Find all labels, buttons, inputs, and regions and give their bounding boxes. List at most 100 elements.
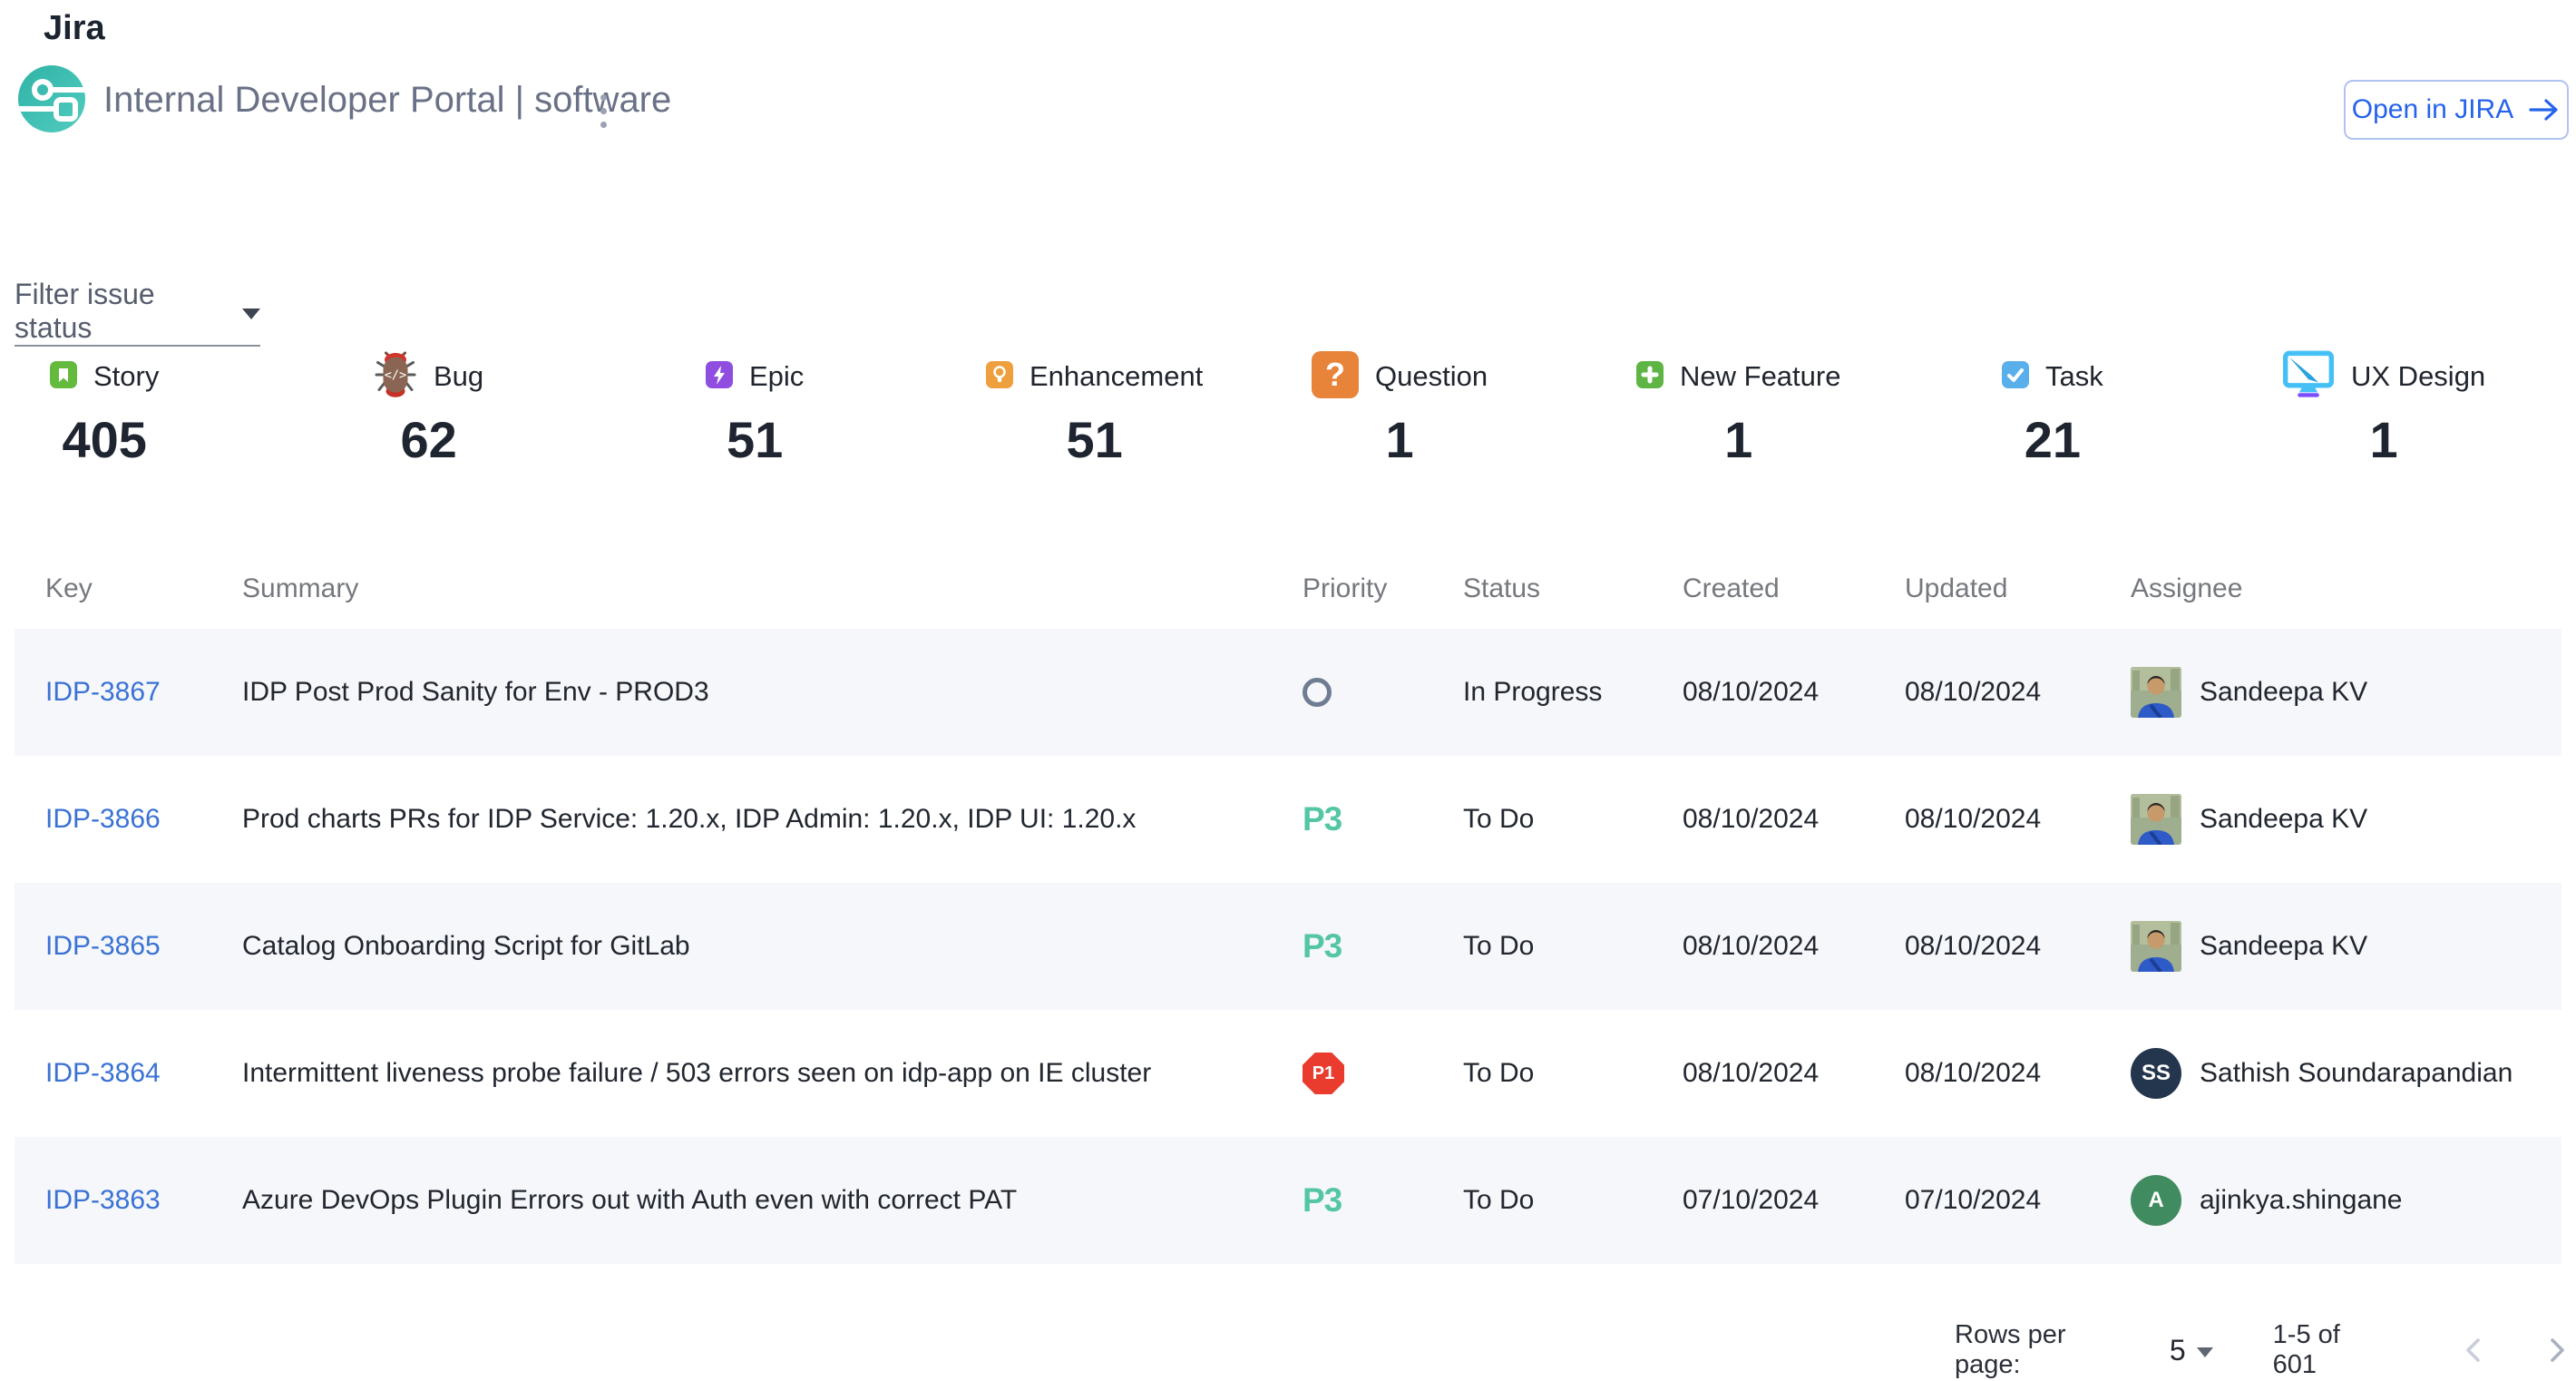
column-header-summary: Summary <box>242 548 358 629</box>
issue-key-link[interactable]: IDP-3865 <box>45 931 161 962</box>
stat-new-feature: New Feature 1 <box>1636 350 1840 469</box>
assignee-name: Sandeepa KV <box>2200 931 2367 962</box>
avatar <box>2131 921 2181 972</box>
issue-updated-date: 07/10/2024 <box>1905 1137 2041 1264</box>
filter-issue-status-select[interactable]: Filter issue status <box>15 269 260 347</box>
chevron-left-icon <box>2456 1332 2493 1368</box>
new-feature-icon <box>1636 361 1664 393</box>
stat-count: 1 <box>1636 410 1840 469</box>
pagination-range: 1-5 of 601 <box>2273 1320 2391 1380</box>
stat-count: 405 <box>50 410 159 469</box>
issue-status: To Do <box>1463 1137 1534 1264</box>
table-row: IDP-3866 Prod charts PRs for IDP Service… <box>15 756 2561 883</box>
column-header-assignee: Assignee <box>2131 548 2242 629</box>
priority-none-icon <box>1303 678 1332 707</box>
stat-count: 51 <box>706 410 804 469</box>
stat-label: Task <box>2045 360 2103 393</box>
assignee-name: ajinkya.shingane <box>2200 1185 2403 1216</box>
priority-p1-icon: P1 <box>1303 1053 1344 1094</box>
issue-summary: IDP Post Prod Sanity for Env - PROD3 <box>242 629 709 756</box>
issue-summary: Azure DevOps Plugin Errors out with Auth… <box>242 1137 1017 1264</box>
issue-summary: Prod charts PRs for IDP Service: 1.20.x,… <box>242 756 1136 883</box>
column-header-priority: Priority <box>1303 548 1387 629</box>
stat-epic: Epic 51 <box>706 350 804 469</box>
table-row: IDP-3864 Intermittent liveness probe fai… <box>15 1010 2561 1137</box>
issue-created-date: 08/10/2024 <box>1683 883 1819 1010</box>
issue-created-date: 07/10/2024 <box>1683 1137 1819 1264</box>
rows-per-page-value: 5 <box>2170 1334 2186 1367</box>
issue-key-link[interactable]: IDP-3864 <box>45 1058 161 1089</box>
issue-status: To Do <box>1463 756 1534 883</box>
issue-key-link[interactable]: IDP-3863 <box>45 1185 161 1216</box>
story-icon <box>50 361 77 393</box>
column-header-key: Key <box>45 548 93 629</box>
stat-label: Epic <box>749 360 804 393</box>
assignee-name: Sathish Soundarapandian <box>2200 1058 2513 1089</box>
issue-created-date: 08/10/2024 <box>1683 629 1819 756</box>
issue-status: In Progress <box>1463 629 1602 756</box>
stat-ux-design: UX Design 1 <box>2282 350 2485 469</box>
avatar <box>2131 667 2181 718</box>
epic-icon <box>706 361 733 393</box>
rows-per-page-label: Rows per page: <box>1955 1320 2139 1380</box>
issue-updated-date: 08/10/2024 <box>1905 1010 2041 1137</box>
rows-per-page-select[interactable]: 5 <box>2170 1334 2213 1367</box>
issue-status: To Do <box>1463 883 1534 1010</box>
stat-bug: </> Bug 62 <box>374 350 483 469</box>
column-header-updated: Updated <box>1905 548 2007 629</box>
enhancement-icon <box>986 361 1013 393</box>
svg-text:</>: </> <box>385 367 406 382</box>
issue-updated-date: 08/10/2024 <box>1905 883 2041 1010</box>
priority-cell: P3 <box>1303 1137 1342 1264</box>
issue-created-date: 08/10/2024 <box>1683 756 1819 883</box>
kebab-menu-icon[interactable] <box>585 91 621 131</box>
priority-cell: P1 <box>1303 1010 1344 1137</box>
stat-count: 1 <box>2282 410 2485 469</box>
stat-label: Question <box>1375 360 1488 393</box>
priority-p3-icon: P3 <box>1303 800 1342 838</box>
issue-summary: Intermittent liveness probe failure / 50… <box>242 1010 1151 1137</box>
stat-story: Story 405 <box>50 350 159 469</box>
issue-type-stats: Story 405 </> <box>0 350 2576 486</box>
issue-created-date: 08/10/2024 <box>1683 1010 1819 1137</box>
table-row: IDP-3863 Azure DevOps Plugin Errors out … <box>15 1137 2561 1264</box>
open-in-jira-button[interactable]: Open in JIRA <box>2344 80 2569 140</box>
issue-key-link[interactable]: IDP-3867 <box>45 677 161 708</box>
issue-updated-date: 08/10/2024 <box>1905 756 2041 883</box>
stat-label: Bug <box>434 360 483 393</box>
priority-cell: P3 <box>1303 883 1342 1010</box>
avatar: SS <box>2131 1048 2181 1099</box>
priority-cell <box>1303 629 1332 756</box>
table-row: IDP-3867 IDP Post Prod Sanity for Env - … <box>15 629 2561 756</box>
stat-count: 1 <box>1312 410 1488 469</box>
filter-issue-status-label: Filter issue status <box>15 278 237 345</box>
stat-label: Enhancement <box>1029 360 1203 393</box>
arrow-right-icon <box>2528 96 2561 123</box>
pagination-bar: Rows per page: 5 1-5 of 601 <box>1955 1316 2576 1381</box>
priority-p3-icon: P3 <box>1303 1181 1342 1219</box>
priority-p3-icon: P3 <box>1303 927 1342 965</box>
table-header: Key Summary Priority Status Created Upda… <box>15 548 2561 629</box>
chevron-right-icon <box>2538 1332 2574 1368</box>
stat-enhancement: Enhancement 51 <box>986 350 1203 469</box>
ux-design-icon <box>2282 350 2335 404</box>
previous-page-button[interactable] <box>2454 1330 2494 1370</box>
stat-label: UX Design <box>2351 360 2485 393</box>
stat-task: Task 21 <box>2002 350 2103 469</box>
table-row: IDP-3865 Catalog Onboarding Script for G… <box>15 883 2561 1010</box>
jira-widget: Jira Internal Developer Portal | softwar… <box>0 0 2576 1381</box>
next-page-button[interactable] <box>2536 1330 2576 1370</box>
task-icon <box>2002 361 2029 393</box>
assignee-name: Sandeepa KV <box>2200 804 2367 835</box>
svg-text:?: ? <box>1325 356 1345 393</box>
stat-count: 21 <box>2002 410 2103 469</box>
issue-key-link[interactable]: IDP-3866 <box>45 804 161 835</box>
column-header-created: Created <box>1683 548 1780 629</box>
stat-count: 51 <box>986 410 1203 469</box>
issue-summary: Catalog Onboarding Script for GitLab <box>242 883 690 1010</box>
priority-cell: P3 <box>1303 756 1342 883</box>
stat-label: New Feature <box>1680 360 1840 393</box>
issue-status: To Do <box>1463 1010 1534 1137</box>
question-icon: ? <box>1312 351 1359 403</box>
issue-updated-date: 08/10/2024 <box>1905 629 2041 756</box>
